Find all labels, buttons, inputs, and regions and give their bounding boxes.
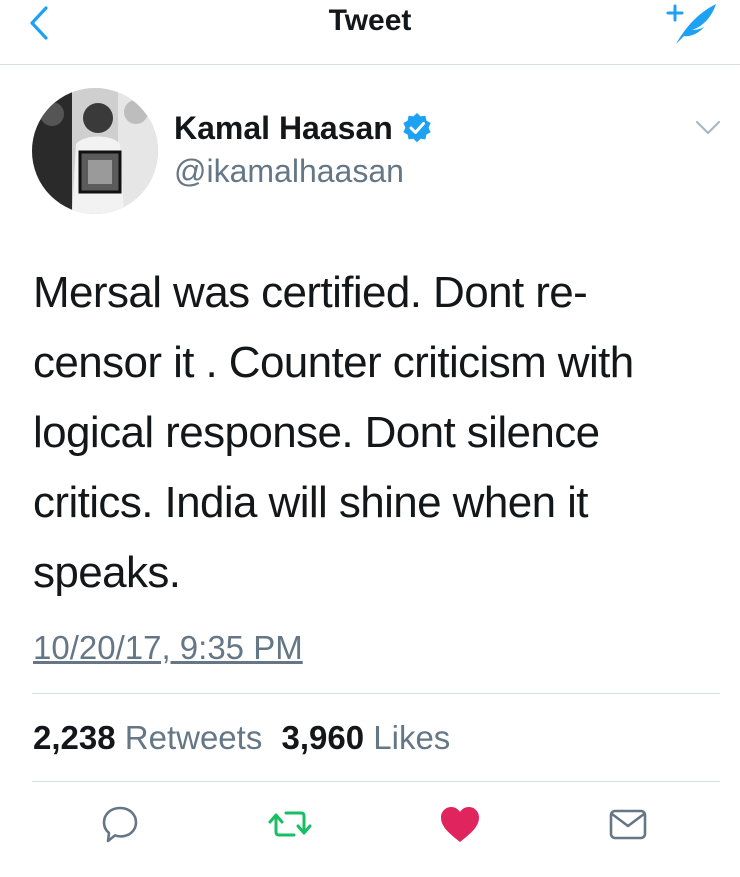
likes-stat[interactable]: 3,960 Likes [282,719,451,756]
avatar[interactable] [32,88,158,214]
likes-label: Likes [373,719,451,756]
tweet-text-line: speaks. [33,548,181,597]
heart-icon [441,807,479,842]
retweet-icon [268,811,312,837]
profile-photo [32,88,158,214]
divider [32,693,720,694]
compose-tweet-button[interactable] [662,0,722,46]
like-button[interactable] [438,802,482,846]
engagement-stats: 2,238 Retweets 3,960 Likes [33,716,450,760]
likes-count: 3,960 [281,719,365,756]
author-name[interactable]: Kamal Haasan [174,108,433,148]
verified-badge-icon [403,113,431,143]
page-title: Tweet [328,4,412,37]
reply-icon [102,806,138,843]
divider [32,781,720,782]
tweet-text-line: logical response. Dont silence [33,408,600,457]
tweet-text-line: Mersal was certified. Dont re- [33,268,588,317]
tweet-text-line: critics. India will shine when it [33,478,588,527]
retweets-label: Retweets [124,719,263,756]
direct-message-button[interactable] [606,802,650,846]
compose-tweet-icon [666,4,716,44]
author-name-text: Kamal Haasan [174,110,393,146]
retweets-count: 2,238 [33,719,116,756]
retweets-stat[interactable]: 2,238 Retweets [33,719,262,756]
tweet-options-button[interactable] [694,118,722,138]
navigation-bar: Tweet [0,0,740,65]
chevron-down-icon [695,120,721,135]
tweet-text: Mersal was certified. Dont re- censor it… [33,258,713,608]
envelope-icon [609,809,647,840]
tweet-text-line: censor it . Counter criticism with [33,338,634,387]
author-handle[interactable]: @ikamalhaasan [174,151,404,191]
tweet-timestamp[interactable]: 10/20/17, 9:35 PM [33,626,303,670]
reply-button[interactable] [98,802,142,846]
retweet-button[interactable] [268,802,312,846]
